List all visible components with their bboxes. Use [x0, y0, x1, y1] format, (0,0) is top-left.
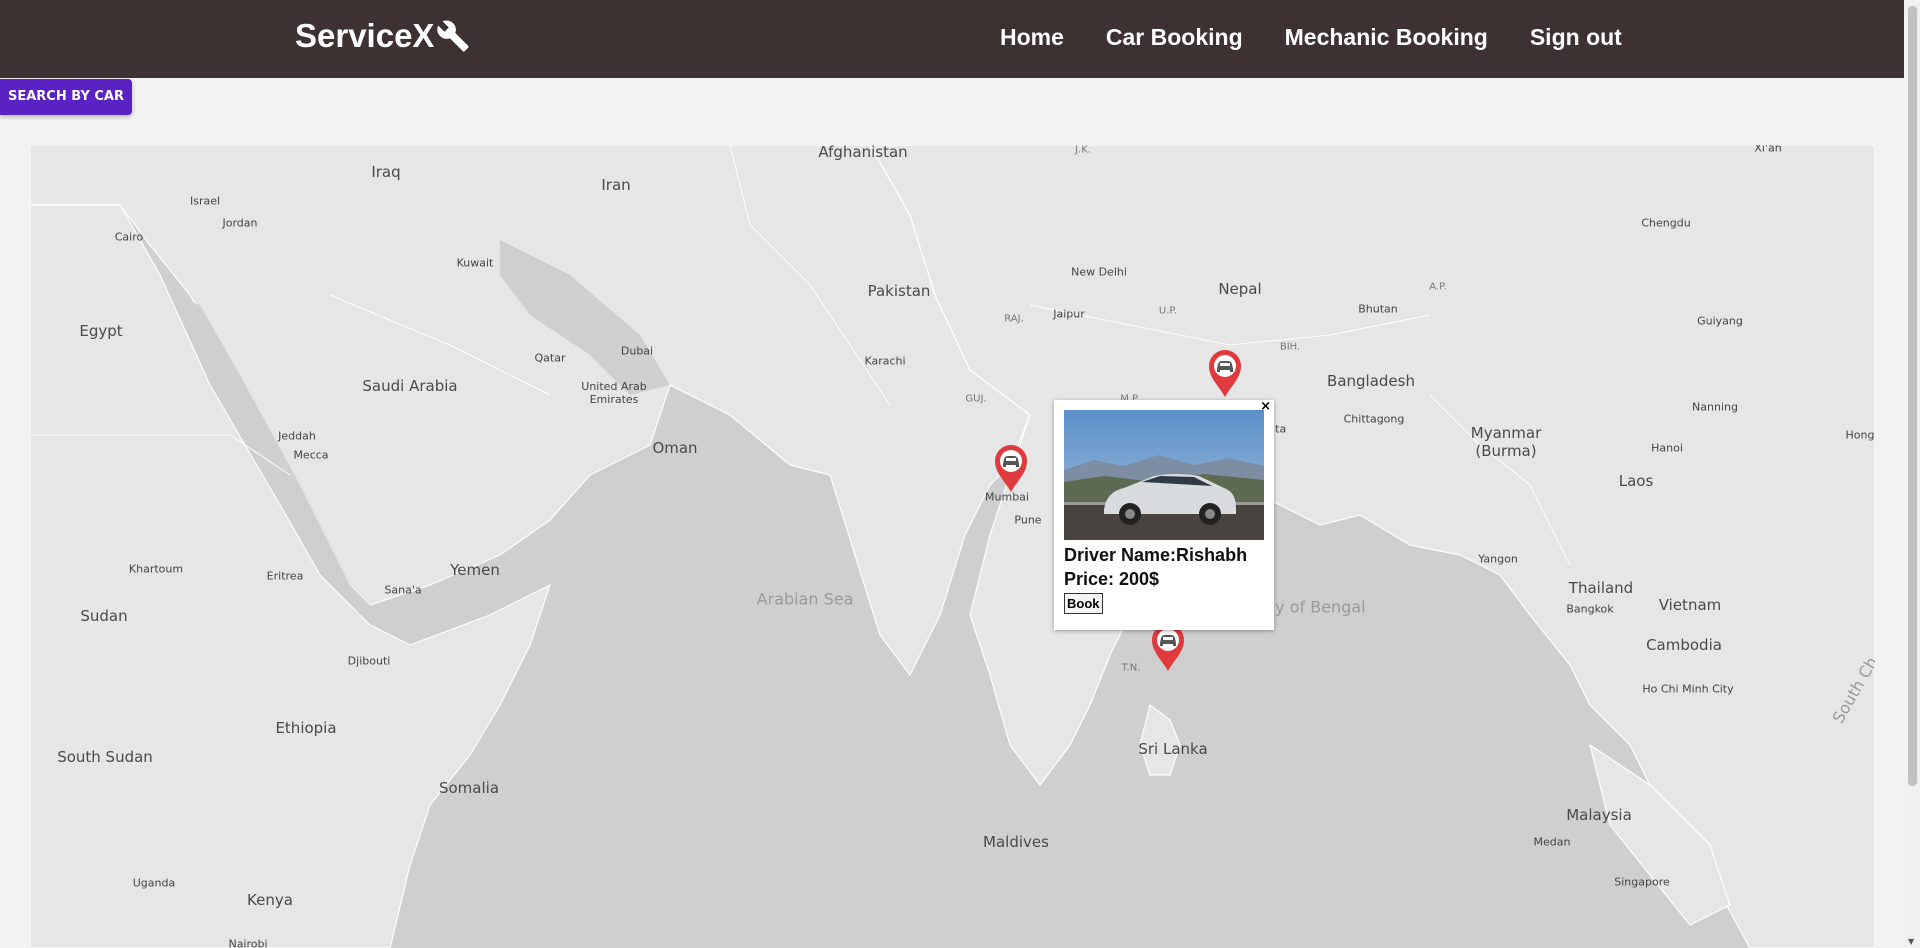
map-label: Arabian Sea	[756, 589, 854, 609]
map-label: Iraq	[371, 163, 401, 181]
map-label: Jordan	[222, 216, 258, 230]
top-navbar: ServiceX Home Car Booking Mechanic Booki…	[0, 0, 1904, 78]
map-label: Uganda	[132, 876, 176, 890]
map-label: Khartoum	[128, 562, 184, 576]
nav-home[interactable]: Home	[1000, 24, 1064, 51]
map-label: Thailand	[1568, 579, 1634, 597]
book-button[interactable]: Book	[1064, 593, 1103, 614]
map-label: New Delhi	[1071, 265, 1127, 279]
map-label: Yemen	[450, 561, 500, 579]
map-label: RAJ.	[1004, 313, 1024, 325]
map-label: Karachi	[864, 354, 906, 368]
scroll-down-icon[interactable]: ▼	[1908, 937, 1914, 946]
map-label: United Arab Emirates	[581, 380, 647, 406]
map-label: Pune	[1014, 513, 1042, 527]
car-marker[interactable]	[1207, 348, 1243, 398]
map-label: T.N.	[1121, 662, 1141, 674]
map-label: Bhutan	[1358, 302, 1398, 316]
map-label: Hong	[1845, 428, 1875, 442]
nav-mechanic-booking[interactable]: Mechanic Booking	[1285, 24, 1488, 51]
map-label: Malaysia	[1566, 806, 1632, 824]
map-label: Sana'a	[384, 583, 422, 597]
map-label: Bangkok	[1566, 602, 1614, 616]
map-label: GUJ.	[965, 393, 987, 405]
map-label: Medan	[1533, 835, 1571, 849]
map-label: J.K.	[1075, 145, 1091, 156]
map-label: A.P.	[1429, 281, 1447, 293]
brand-name: ServiceX	[295, 17, 435, 54]
map-label: Ethiopia	[275, 719, 337, 737]
scrollbar-thumb[interactable]	[1908, 6, 1917, 786]
map-label: U.P.	[1158, 305, 1178, 317]
brand-logo[interactable]: ServiceX	[295, 17, 470, 55]
map-view[interactable]: Afghanistan Iraq Iran Egypt Saudi Arabia…	[30, 145, 1875, 948]
map-label: Oman	[652, 439, 698, 457]
page-scrollbar[interactable]: ▼	[1904, 0, 1920, 948]
map-label: Kuwait	[456, 256, 494, 270]
map-label: Chengdu	[1641, 216, 1691, 230]
map-label: Somalia	[438, 779, 500, 797]
map-label: Chittagong	[1343, 412, 1405, 426]
map-label: Sri Lanka	[1138, 740, 1208, 758]
map-label: Eritrea	[266, 569, 304, 583]
map-label: Nanning	[1692, 400, 1738, 414]
map-label: Kenya	[247, 891, 293, 909]
car-info-popup: × Driver Name:Rishabh Price: 200$ Book	[1054, 399, 1274, 630]
map-label: Egypt	[79, 322, 123, 340]
map-label: Afghanistan	[818, 145, 908, 161]
driver-name: Driver Name:Rishabh	[1064, 545, 1248, 565]
map-label: BIH.	[1279, 341, 1301, 353]
map-label: Djibouti	[347, 654, 391, 668]
map-label: Jaipur	[1053, 307, 1085, 321]
map-label: Laos	[1618, 472, 1654, 490]
map-label: Cambodia	[1646, 636, 1722, 654]
nav-sign-out[interactable]: Sign out	[1530, 24, 1622, 51]
map-label: Iran	[601, 176, 631, 194]
map-label: Cairo	[114, 230, 144, 244]
map-label: Xi'an	[1754, 145, 1782, 155]
nav-links: Home Car Booking Mechanic Booking Sign o…	[1000, 24, 1664, 51]
map-label: Vietnam	[1658, 596, 1722, 614]
map-label: Myanmar (Burma)	[1470, 424, 1542, 460]
map-label: Guiyang	[1697, 314, 1743, 328]
map-label: Sudan	[80, 607, 128, 625]
map-label: Maldives	[983, 833, 1049, 851]
map-label: South Sudan	[57, 748, 153, 766]
map-label: Israel	[189, 194, 221, 208]
map-label: Yangon	[1478, 552, 1518, 566]
map-label: Singapore	[1614, 875, 1670, 889]
map-label: Bangladesh	[1327, 372, 1415, 390]
map-label: Saudi Arabia	[362, 377, 458, 395]
map-label: Jeddah	[278, 429, 316, 443]
map-label: Nairobi	[228, 937, 268, 948]
map-label: Nepal	[1218, 280, 1262, 298]
search-by-car-button[interactable]: SEARCH BY CAR	[0, 79, 132, 115]
map-label: Mecca	[293, 448, 329, 462]
map-label: Hanoi	[1651, 441, 1683, 455]
map-basemap	[30, 145, 1875, 948]
wrench-icon	[437, 20, 470, 52]
map-label: Pakistan	[867, 282, 931, 300]
map-label: Qatar	[534, 351, 566, 365]
car-photo	[1064, 410, 1264, 540]
map-label: Dubai	[620, 344, 654, 358]
map-label: Ho Chi Minh City	[1642, 682, 1734, 696]
car-marker[interactable]	[993, 443, 1029, 493]
nav-car-booking[interactable]: Car Booking	[1106, 24, 1243, 51]
price-label: Price: 200$	[1064, 569, 1160, 589]
